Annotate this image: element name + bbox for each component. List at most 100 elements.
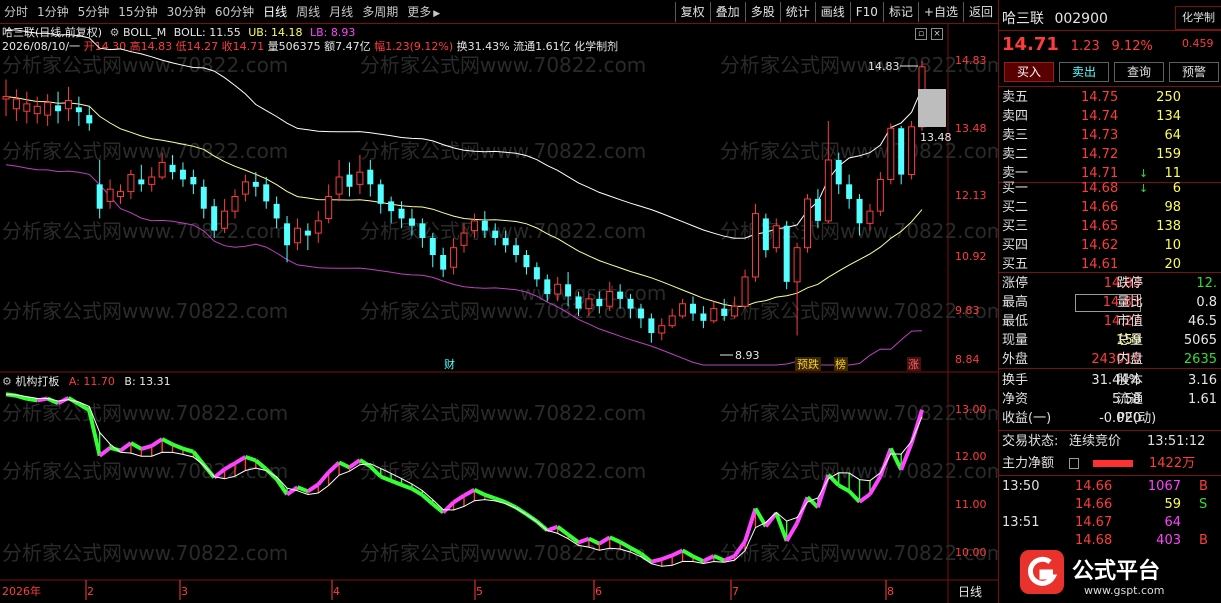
candle-body-up bbox=[876, 178, 884, 212]
bid-price: 14.68 bbox=[1081, 181, 1119, 196]
tick-price: 14.66 bbox=[1075, 497, 1113, 512]
forecast-down-marker[interactable]: 预跌 bbox=[797, 357, 819, 371]
candle-body-up bbox=[356, 171, 364, 185]
candle-body-down bbox=[190, 177, 197, 185]
stat-row[interactable]: 最低 14.27 市值 46.5 bbox=[999, 312, 1217, 331]
limit-up-marker[interactable]: 涨 bbox=[908, 358, 919, 371]
stat-row[interactable]: 最高 14.83 量比 0.8 bbox=[999, 293, 1217, 312]
b-line-segment bbox=[327, 461, 341, 474]
y-tick-label: 8.84 bbox=[955, 353, 980, 366]
bid-level-row[interactable]: 买二 14.66 98 bbox=[999, 198, 1217, 217]
ask-volume: 159 bbox=[1156, 147, 1181, 162]
event-markers: 财 预跌 榜 涨 bbox=[444, 357, 921, 371]
query-button[interactable]: 查询 bbox=[1114, 62, 1164, 82]
tick-volume: 59 bbox=[1164, 497, 1181, 512]
candle-body-down bbox=[481, 220, 488, 231]
stat-row[interactable]: 收益(一) -0.020 PE(动) bbox=[999, 409, 1217, 428]
candle-body-up bbox=[887, 127, 895, 180]
b-line-segment bbox=[316, 470, 331, 486]
x-tick-label: 7 bbox=[732, 585, 739, 598]
gspt-logo: 公式平台 www.gspt.com bbox=[1020, 550, 1164, 597]
sub-indicator-name[interactable]: 机构打板 bbox=[15, 375, 59, 388]
candle-body-down bbox=[690, 303, 696, 314]
stat-row[interactable]: 净资 5.58 流通 1.61 bbox=[999, 390, 1217, 409]
ask-level-label: 卖五 bbox=[1002, 90, 1029, 105]
bid-level-row[interactable]: 买四 14.62 10 bbox=[999, 236, 1217, 255]
x-tick-label: 3 bbox=[181, 585, 188, 598]
b-line-segment bbox=[441, 500, 455, 514]
candle-body-up bbox=[325, 196, 333, 219]
industry-tag[interactable]: 化学制 bbox=[1175, 6, 1221, 30]
candle-body-down bbox=[856, 198, 863, 224]
candle-body-down bbox=[86, 115, 93, 124]
stat-value: 5065 bbox=[1183, 333, 1217, 348]
x-tick-label: 5 bbox=[476, 585, 483, 598]
candle-body-down bbox=[898, 128, 905, 175]
divider bbox=[999, 475, 1221, 476]
trade-status-label: 交易状态: bbox=[1002, 434, 1059, 449]
ask-price: 14.73 bbox=[1081, 128, 1119, 143]
price-summary: 14.71 1.23 9.12% bbox=[1002, 34, 1153, 55]
logo-url: www.gspt.com bbox=[1084, 584, 1164, 597]
b-line-segment bbox=[306, 482, 320, 493]
b-line-segment bbox=[650, 557, 663, 564]
ask-level-row[interactable]: 卖四 14.74 134 bbox=[999, 107, 1217, 126]
alert-button[interactable]: 预警 bbox=[1169, 62, 1219, 82]
tick-time: 13:50 bbox=[1002, 479, 1040, 494]
sell-button[interactable]: 卖出 bbox=[1059, 62, 1109, 82]
x-tick-label: 6 bbox=[595, 585, 602, 598]
bid-volume: 98 bbox=[1164, 200, 1181, 215]
stat-label: 涨停 bbox=[1002, 276, 1029, 291]
candle-body-up bbox=[23, 103, 31, 112]
table-icon[interactable] bbox=[1069, 458, 1079, 469]
sub-indicator-settings-icon[interactable]: ⚙ bbox=[2, 375, 12, 388]
watermark-text: 分析家公式网www.70822.com bbox=[360, 541, 646, 565]
bid-price: 14.62 bbox=[1081, 238, 1119, 253]
watermark-text: 分析家公式网www.70822.com bbox=[720, 139, 998, 163]
sub-y-tick-label: 10.00 bbox=[955, 546, 987, 559]
ask-level-row[interactable]: 卖五 14.75 250 bbox=[999, 88, 1217, 107]
candle-body-up bbox=[679, 303, 687, 317]
bid-level-label: 买二 bbox=[1002, 200, 1029, 215]
stat-row[interactable]: 现量 159 总量 5065 bbox=[999, 331, 1217, 350]
sub-a-value: A: 11.70 bbox=[68, 375, 115, 388]
candle-body-up bbox=[460, 232, 468, 246]
kline-chart[interactable]: 分析家公式网www.70822.com 分析家公式网www.70822.com … bbox=[0, 0, 998, 603]
stock-name: 哈三联 bbox=[1002, 11, 1044, 27]
b-line-segment bbox=[119, 441, 133, 453]
ask-level-row[interactable]: 卖二 14.72 159 bbox=[999, 145, 1217, 164]
stat-label: 净资 bbox=[1002, 392, 1029, 407]
stat-row[interactable]: 外盘 243010 内盘 2635 bbox=[999, 350, 1217, 369]
candle-body-down bbox=[419, 223, 426, 238]
buy-button[interactable]: 买入 bbox=[1004, 62, 1054, 82]
ask-level-row[interactable]: 卖三 14.73 64 bbox=[999, 126, 1217, 145]
candle-body-down bbox=[544, 279, 551, 295]
candle-body-up bbox=[908, 126, 916, 176]
candle-body-down bbox=[138, 179, 145, 185]
stat-label: 总量 bbox=[1117, 333, 1144, 348]
candle-body-up bbox=[117, 191, 124, 198]
watermark-text: 分析家公式网www.70822.com bbox=[360, 53, 646, 77]
stat-row[interactable]: 换手 31.44% 股本 3.16 bbox=[999, 371, 1217, 390]
ask-volume: 250 bbox=[1156, 90, 1181, 105]
b-line-segment bbox=[546, 524, 559, 533]
period-indicator[interactable]: 日线 bbox=[958, 585, 982, 599]
rank-marker[interactable]: 榜 bbox=[835, 357, 846, 371]
candle-body-down bbox=[627, 298, 634, 309]
bid-level-row[interactable]: 买一 14.68 ↓ 6 bbox=[999, 179, 1217, 198]
bid-level-label: 买一 bbox=[1002, 181, 1029, 196]
bid-level-row[interactable]: 买三 14.65 138 bbox=[999, 217, 1217, 236]
candle-body-up bbox=[741, 276, 749, 307]
candle-body-down bbox=[846, 184, 853, 199]
watermark-text: 分析家公式网www.70822.com bbox=[2, 139, 288, 163]
sub-y-tick-label: 13.00 bbox=[955, 403, 987, 416]
b-line-segment bbox=[764, 511, 778, 528]
candle-body-down bbox=[200, 186, 207, 209]
stat-row[interactable]: 涨停 14.83 跌停 12. bbox=[999, 274, 1217, 293]
finance-marker[interactable]: 财 bbox=[444, 357, 455, 371]
stat-label: 收益(一) bbox=[1002, 411, 1052, 426]
stat-value: 0.8 bbox=[1196, 295, 1217, 310]
x-axis-ticks bbox=[85, 580, 887, 600]
candle-body-down bbox=[284, 223, 291, 246]
candle-body-down bbox=[762, 218, 769, 251]
